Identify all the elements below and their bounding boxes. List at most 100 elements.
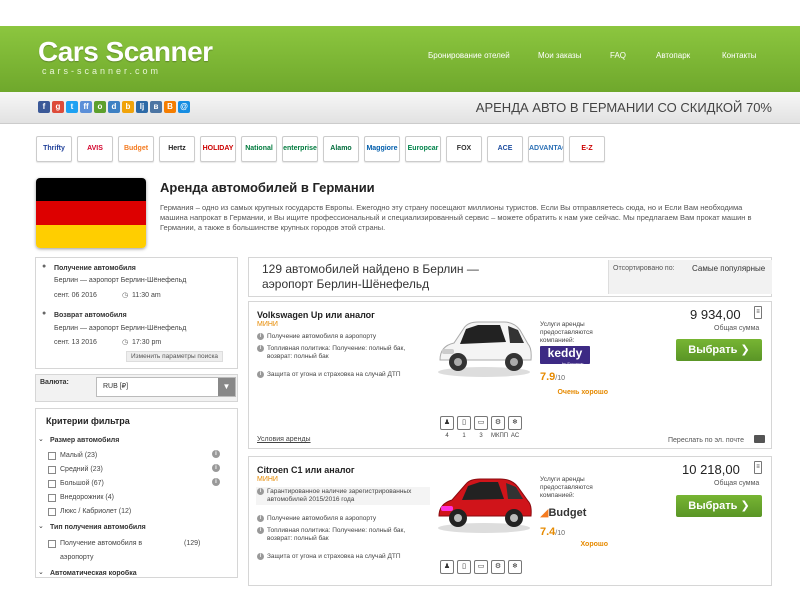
intro-text: Германия – одно из самых крупных государ… [160,203,752,232]
car-specs: ♟ ▯ ▭ ⚙ ❄ [440,416,522,430]
select-car-button[interactable]: Выбрать ❯ [676,339,762,361]
vk-icon[interactable]: в [150,101,162,113]
filter-checkbox[interactable] [48,452,56,460]
info-icon[interactable]: i [257,488,264,495]
info-icon[interactable]: i [257,553,264,560]
sort-label: Отсортировано по: [613,265,675,272]
rental-terms-link[interactable]: Условия аренды [257,436,311,443]
car-feature: i Получение автомобиля в аэропорту [257,515,427,523]
luggage-icon: ▭ [474,416,488,430]
bookmark-icon[interactable]: b [122,101,134,113]
car-feature: i Защита от угона и страховка на случай Д… [257,553,427,561]
car-image [438,478,532,533]
chevron-down-icon[interactable]: ⌄ [38,568,44,576]
nav-hotels[interactable]: Бронирование отелей [428,51,510,60]
odnoklassniki-icon[interactable]: о [94,101,106,113]
brand-logo[interactable]: AVIS [77,136,113,162]
google-plus-icon[interactable]: g [52,101,64,113]
filter-checkbox[interactable] [48,540,56,548]
filter-size-label: Люкс / Кабриолет (12) [60,508,132,515]
tagline: АРЕНДА АВТО В ГЕРМАНИИ СО СКИДКОЙ 70% [475,100,772,115]
brand-logo[interactable]: enterprise [282,136,318,162]
info-icon[interactable]: i [212,450,220,458]
supplier-logo-budget: ◢Budget [540,507,587,519]
filter-pickup-airport-label: Получение автомобиля в [60,540,143,547]
price-total-label: Общая сумма [714,325,760,332]
car-price: 10 218,00 [682,462,740,477]
diigo-icon[interactable]: d [108,101,120,113]
germany-flag [36,178,146,248]
brand-logos: Thrifty AVIS Budget Hertz HOLIDAY National ent… [36,136,605,162]
livejournal-icon[interactable]: lj [136,101,148,113]
clock-icon: ◷ [122,339,129,346]
sort-select[interactable]: Самые популярные [692,264,772,273]
nav-contacts[interactable]: Контакты [722,51,757,60]
passengers-icon: ♟ [440,416,454,430]
filter-checkbox[interactable] [48,466,56,474]
filter-group-transmission[interactable]: Автоматическая коробка [50,570,137,577]
chevron-down-icon[interactable]: ⌄ [38,522,44,530]
facebook-icon[interactable]: f [38,101,50,113]
filter-checkbox[interactable] [48,480,56,488]
car-name[interactable]: Volkswagen Up или аналог [257,310,375,320]
passengers-icon: ♟ [440,560,454,574]
info-icon[interactable]: i [257,527,264,534]
nav-fleet[interactable]: Автопарк [656,51,690,60]
brand-logo[interactable]: Europcar [405,136,441,162]
car-name[interactable]: Citroen C1 или аналог [257,465,355,475]
currency-label: Валюта: [40,379,69,386]
mail-icon[interactable]: @ [178,101,190,113]
friendfeed-icon[interactable]: ff [80,101,92,113]
brand-logo[interactable]: Hertz [159,136,195,162]
pickup-time: 11:30 am [132,292,161,299]
email-link[interactable]: Переслать по эл. почте [668,437,744,444]
info-icon[interactable]: i [257,515,264,522]
chevron-down-icon[interactable]: ▼ [218,378,235,396]
car-feature: i Гарантированное наличие зарегистрирован… [256,487,430,505]
info-icon[interactable]: i [257,345,264,352]
brand-logo[interactable]: Maggiore [364,136,400,162]
brand-logo[interactable]: Alamo [323,136,359,162]
nav-faq[interactable]: FAQ [610,51,626,60]
info-icon[interactable]: i [212,478,220,486]
car-feature: i Топливная политика: Получение: полный б… [257,345,427,361]
price-info-icon[interactable]: ≡ [754,306,762,319]
brand-logo[interactable]: E-Z [569,136,605,162]
supplier-label: Услуги аренды предоставляются компанией: [540,321,593,344]
price-info-icon[interactable]: ≡ [754,461,762,474]
brand-logo[interactable]: ACE [487,136,523,162]
brand-logo[interactable]: National [241,136,277,162]
brand-logo[interactable]: ADVANTAGE [528,136,564,162]
price-total-label: Общая сумма [714,480,760,487]
pickup-date: сент. 06 2016 [54,292,97,299]
filter-count: (129) [184,540,201,547]
brand-logo[interactable]: Budget [118,136,154,162]
blogger-icon[interactable]: B [164,101,176,113]
filter-group-pickup[interactable]: Тип получения автомобиля [50,524,146,531]
car-feature: i Получение автомобиля в аэропорту [257,333,427,341]
twitter-icon[interactable]: t [66,101,78,113]
envelope-icon[interactable] [754,435,765,443]
filter-size-label: Малый (23) [60,452,98,459]
chevron-down-icon[interactable]: ⌄ [38,435,44,443]
info-icon[interactable]: i [257,371,264,378]
filter-checkbox[interactable] [48,508,56,516]
filter-size-label: Большой (67) [60,480,104,487]
change-search-button[interactable]: Изменить параметры поиска [126,351,224,362]
filter-checkbox[interactable] [48,494,56,502]
select-car-button[interactable]: Выбрать ❯ [676,495,762,517]
filter-group-size[interactable]: Размер автомобиля [50,437,119,444]
rating-label: Хорошо [580,541,608,548]
pickup-label: Получение автомобиля [54,265,136,272]
brand-logo[interactable]: Thrifty [36,136,72,162]
car-price: 9 934,00 [690,307,741,322]
brand-logo[interactable]: HOLIDAY [200,136,236,162]
brand-logo[interactable]: FOX [446,136,482,162]
info-icon[interactable]: i [212,464,220,472]
site-logo[interactable]: Cars Scanner [38,36,213,68]
nav-my-orders[interactable]: Мои заказы [538,51,581,60]
car-spec-values: 4 1 3 МКПП AC [445,433,520,439]
info-icon[interactable]: i [257,333,264,340]
currency-select[interactable]: RUB [₽] [96,377,236,397]
car-specs: ♟ ▯ ▭ ⚙ ❄ [440,560,522,574]
